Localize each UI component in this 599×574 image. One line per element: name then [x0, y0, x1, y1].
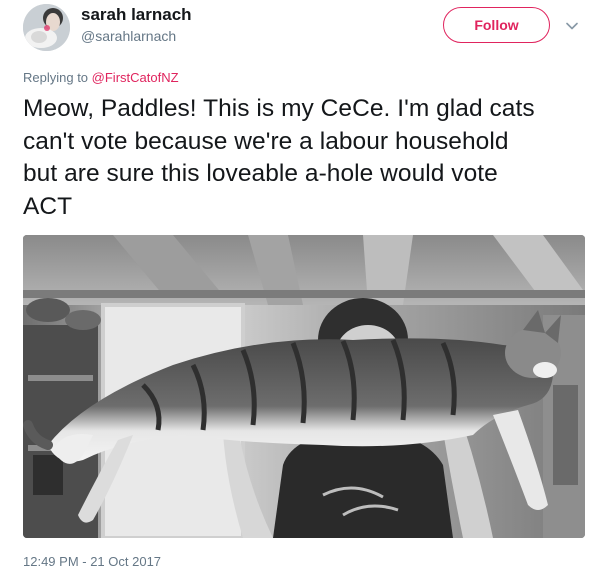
tweet-text-line: can't vote because we're a labour househ… — [23, 127, 509, 155]
avatar-image — [23, 4, 70, 51]
reply-context: Replying to @FirstCatofNZ — [23, 70, 179, 85]
tweet-photo[interactable] — [23, 235, 585, 538]
follow-button[interactable]: Follow — [443, 7, 550, 43]
reply-prefix: Replying to — [23, 70, 89, 85]
tweet-text-line: ACT — [23, 192, 73, 220]
tweet-text: Meow, Paddles! This is my CeCe. I'm glad… — [23, 93, 583, 223]
tweet-timestamp[interactable]: 12:49 PM - 21 Oct 2017 — [23, 554, 161, 569]
tweet-text-line: Meow, Paddles! This is my CeCe. I'm glad… — [23, 95, 535, 122]
cat-photo-image — [23, 235, 585, 538]
avatar[interactable] — [23, 4, 70, 51]
chevron-down-icon[interactable] — [562, 16, 582, 36]
display-name[interactable]: sarah larnach — [81, 5, 192, 25]
user-handle[interactable]: @sarahlarnach — [81, 28, 176, 44]
tweet-text-line: but are sure this loveable a-hole would … — [23, 160, 498, 187]
reply-mention-link[interactable]: @FirstCatofNZ — [92, 70, 179, 85]
